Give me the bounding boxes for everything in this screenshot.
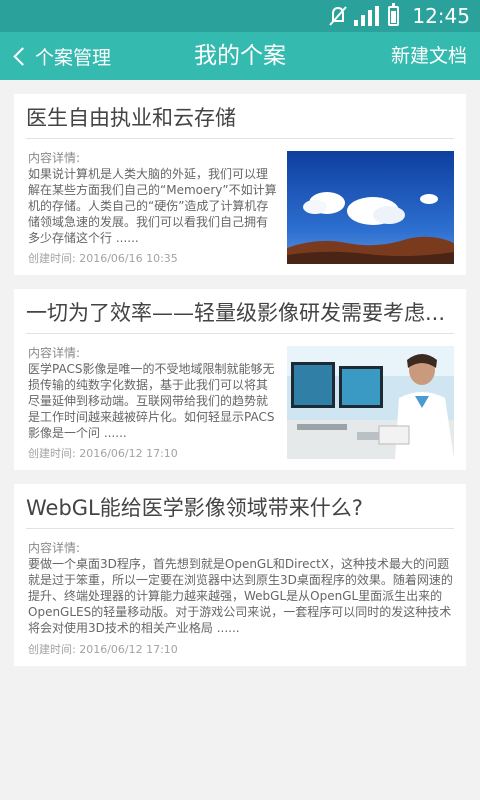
- back-button[interactable]: 个案管理: [10, 32, 111, 80]
- card-divider: [26, 333, 454, 334]
- status-time: 12:45: [412, 4, 470, 28]
- created-time: 创建时间: 2016/06/16 10:35: [28, 252, 178, 265]
- case-card[interactable]: 一切为了效率——轻量级影像研发需要考虑... 内容详情: 医学PACS影像是唯一…: [14, 289, 466, 470]
- back-label: 个案管理: [35, 46, 112, 69]
- mute-icon: [329, 6, 347, 26]
- card-divider: [26, 528, 454, 529]
- new-document-button[interactable]: 新建文档: [391, 32, 467, 80]
- card-body: 要做一个桌面3D程序，首先想到就是OpenGL和DirectX，这种技术最大的问…: [28, 557, 453, 635]
- detail-label: 内容详情:: [28, 346, 81, 360]
- card-body: 如果说计算机是人类大脑的外延，我们可以理解在某些方面我们自己的“Memoery”…: [28, 167, 277, 245]
- case-card[interactable]: 医生自由执业和云存储 内容详情: 如果说计算机是人类大脑的外延，我们可以理解在某…: [14, 94, 466, 275]
- created-time: 创建时间: 2016/06/12 17:10: [28, 447, 178, 460]
- doctor-at-monitors-image: [287, 346, 454, 459]
- status-bar: 12:45: [0, 0, 480, 32]
- sky-mountain-image: [287, 151, 454, 264]
- card-title: WebGL能给医学影像领域带来什么?: [26, 496, 363, 520]
- signal-icon: [354, 6, 380, 26]
- battery-icon: [388, 3, 399, 26]
- created-time: 创建时间: 2016/06/12 17:10: [28, 643, 178, 656]
- card-body: 医学PACS影像是唯一的不受地域限制就能够无损传输的纯数字化数据，基于此我们可以…: [28, 362, 275, 440]
- detail-label: 内容详情:: [28, 541, 81, 555]
- detail-label: 内容详情:: [28, 151, 81, 165]
- card-title: 医生自由执业和云存储: [26, 106, 236, 130]
- app-bar: 个案管理 我的个案 新建文档: [0, 32, 480, 80]
- case-card[interactable]: WebGL能给医学影像领域带来什么? 内容详情: 要做一个桌面3D程序，首先想到…: [14, 484, 466, 666]
- card-title: 一切为了效率——轻量级影像研发需要考虑...: [26, 301, 446, 325]
- card-divider: [26, 138, 454, 139]
- chevron-left-icon: [13, 46, 32, 66]
